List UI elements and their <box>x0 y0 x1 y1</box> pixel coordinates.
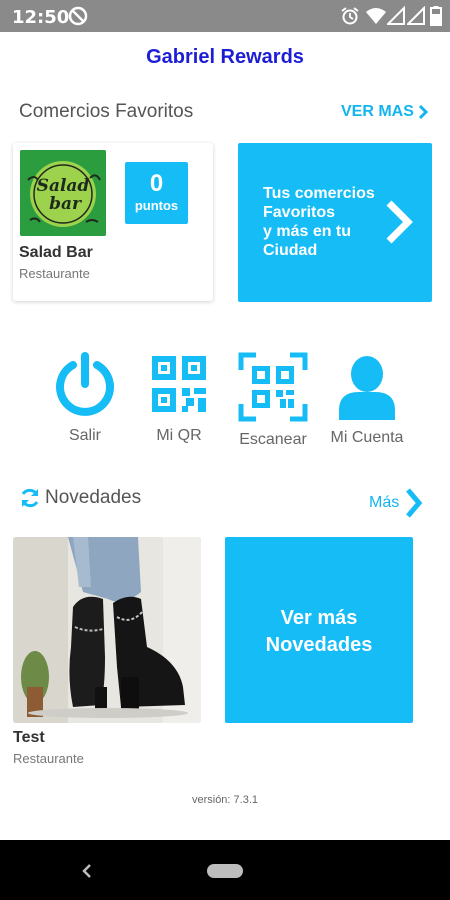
signal-icon <box>387 6 405 25</box>
see-more-label: VER MAS <box>341 103 414 120</box>
points-value: 0 <box>149 170 164 197</box>
status-time: 12:50 <box>12 7 70 28</box>
my-qr-button[interactable]: Mi QR <box>143 352 215 445</box>
merchant-category: Restaurante <box>19 266 90 281</box>
app-title: Gabriel Rewards <box>146 46 304 68</box>
promo-line-1: Tus comercios <box>263 185 375 202</box>
see-more-news-card[interactable]: Ver más Novedades <box>225 537 413 723</box>
merchant-name: Salad Bar <box>19 244 93 261</box>
sync-disabled-icon <box>68 6 88 26</box>
my-qr-label: Mi QR <box>156 427 202 444</box>
promo-line-2: Favoritos <box>263 204 336 221</box>
signal-2-icon <box>407 6 425 25</box>
more-news-link[interactable]: Más <box>369 487 423 519</box>
news-item-image[interactable] <box>13 537 201 723</box>
back-icon[interactable] <box>80 862 94 880</box>
home-pill[interactable] <box>207 864 243 878</box>
my-account-button[interactable]: Mi Cuenta <box>322 354 412 447</box>
logo-text-1: Salad <box>37 176 90 196</box>
news-section-title: Novedades <box>45 487 142 508</box>
promo-line-3: y más en tu <box>263 223 352 240</box>
logout-button[interactable]: Salir <box>47 352 123 445</box>
qr-code-icon <box>152 356 206 412</box>
news-section-header: Novedades <box>19 487 141 509</box>
system-nav-bar <box>0 840 450 900</box>
see-more-news-text: Ver más Novedades <box>225 605 413 659</box>
scan-icon <box>238 352 308 422</box>
more-news-label: Más <box>369 494 400 511</box>
chevron-right-icon <box>418 104 428 120</box>
favorites-section-title: Comercios Favoritos <box>19 101 194 122</box>
merchant-logo: Salad bar <box>20 150 106 236</box>
chevron-right-icon <box>386 200 413 244</box>
favorite-merchant-card[interactable]: Salad bar 0 puntos Salad Bar Restaurante <box>13 143 213 301</box>
promo-line-4: Ciudad <box>263 242 318 259</box>
news-item-category: Restaurante <box>13 751 84 766</box>
see-more-favorites-link[interactable]: VER MAS <box>341 103 428 121</box>
see-more-news-line-1: Ver más <box>280 607 358 629</box>
chevron-right-icon <box>406 488 423 518</box>
status-bar: 12:50 <box>0 0 450 32</box>
news-item-name: Test <box>13 729 45 746</box>
app-version: versión: 7.3.1 <box>191 794 259 806</box>
my-account-label: Mi Cuenta <box>330 429 404 446</box>
points-badge: 0 puntos <box>125 162 188 224</box>
user-icon <box>339 356 395 420</box>
favorites-promo-card[interactable]: Tus comercios Favoritos y más en tu Ciud… <box>238 143 432 302</box>
battery-icon <box>430 6 442 26</box>
alarm-icon <box>341 7 359 25</box>
logout-label: Salir <box>68 427 101 444</box>
power-icon <box>56 352 114 416</box>
refresh-icon <box>21 488 39 508</box>
points-label: puntos <box>134 198 179 213</box>
wifi-icon <box>366 8 386 24</box>
promo-text: Tus comercios Favoritos y más en tu Ciud… <box>263 184 383 260</box>
see-more-news-line-2: Novedades <box>265 634 373 656</box>
logo-text-2: bar <box>49 194 82 214</box>
scan-label: Escanear <box>239 431 307 448</box>
scan-button[interactable]: Escanear <box>234 352 312 449</box>
